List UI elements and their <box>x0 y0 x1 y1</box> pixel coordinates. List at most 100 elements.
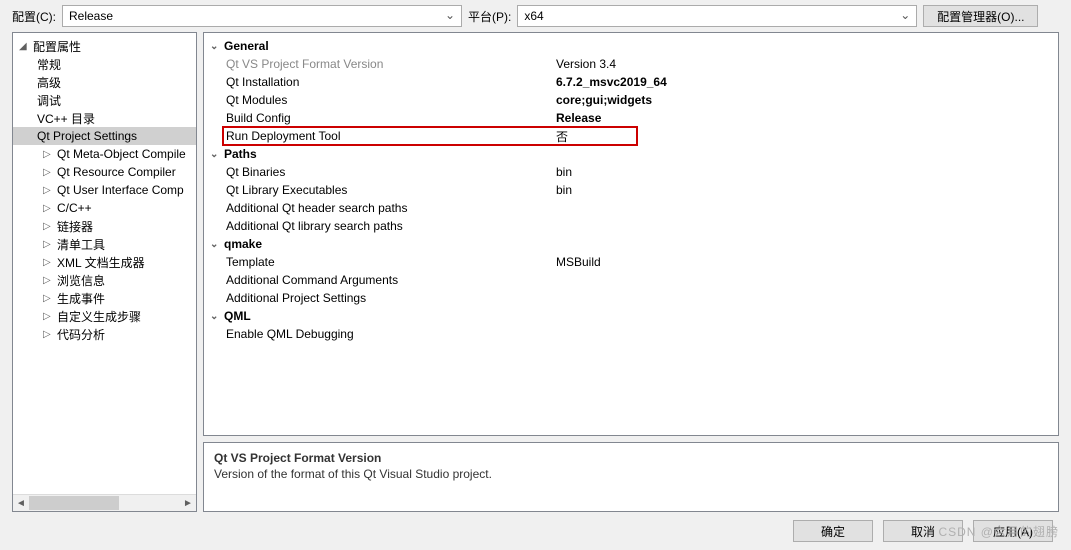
property-label: Build Config <box>226 111 556 125</box>
property-value[interactable]: 否 <box>556 128 568 145</box>
description-title: Qt VS Project Format Version <box>214 451 1048 465</box>
config-tree[interactable]: ◢ 配置属性 常规高级调试VC++ 目录 Qt Project Settings ▷… <box>13 33 196 494</box>
apply-button[interactable]: 应用(A) <box>973 520 1053 542</box>
tree-item-label: Qt Resource Compiler <box>57 165 176 179</box>
tree-item-label: Qt Project Settings <box>37 129 137 143</box>
config-manager-button[interactable]: 配置管理器(O)... <box>923 5 1038 27</box>
tree-item[interactable]: ▷自定义生成步骤 <box>13 307 196 325</box>
property-label: Run Deployment Tool <box>226 129 556 143</box>
tree-item-label: VC++ 目录 <box>37 110 95 127</box>
tree-item-label: 调试 <box>37 92 61 109</box>
property-row[interactable]: Qt Modulescore;gui;widgets <box>204 91 1058 109</box>
tree-item[interactable]: ▷C/C++ <box>13 199 196 217</box>
tree-item[interactable]: ▷代码分析 <box>13 325 196 343</box>
property-value[interactable]: Version 3.4 <box>556 57 616 71</box>
tree-item[interactable]: 常规 <box>13 55 196 73</box>
property-row[interactable]: Additional Qt header search paths <box>204 199 1058 217</box>
group-name: Paths <box>224 147 257 161</box>
collapse-icon: ⌄ <box>210 239 222 250</box>
property-row[interactable]: Run Deployment Tool否 <box>204 127 1058 145</box>
property-row[interactable]: TemplateMSBuild <box>204 253 1058 271</box>
tree-item[interactable]: ▷Qt Meta-Object Compile <box>13 145 196 163</box>
tree-item[interactable]: 调试 <box>13 91 196 109</box>
collapse-icon: ⌄ <box>210 311 222 322</box>
property-label: Additional Qt library search paths <box>226 219 556 233</box>
tree-item[interactable]: ▷XML 文档生成器 <box>13 253 196 271</box>
tree-item[interactable]: ▷Qt Resource Compiler <box>13 163 196 181</box>
tree-item-label: 代码分析 <box>57 326 105 343</box>
expand-down-icon: ◢ <box>19 41 31 52</box>
cancel-button[interactable]: 取消 <box>883 520 963 542</box>
property-value[interactable]: Release <box>556 111 601 125</box>
property-value[interactable]: MSBuild <box>556 255 601 269</box>
description-text: Version of the format of this Qt Visual … <box>214 467 1048 481</box>
property-label: Additional Project Settings <box>226 291 556 305</box>
platform-value: x64 <box>524 9 543 23</box>
expand-right-icon: ▷ <box>43 329 55 340</box>
expand-right-icon: ▷ <box>43 293 55 304</box>
expand-right-icon: ▷ <box>43 185 55 196</box>
property-row[interactable]: Qt Installation6.7.2_msvc2019_64 <box>204 73 1058 91</box>
property-value[interactable]: bin <box>556 165 572 179</box>
property-value[interactable]: 6.7.2_msvc2019_64 <box>556 75 667 89</box>
expand-right-icon: ▷ <box>43 311 55 322</box>
group-name: General <box>224 39 269 53</box>
tree-item-label: 清单工具 <box>57 236 105 253</box>
property-value[interactable]: core;gui;widgets <box>556 93 652 107</box>
property-label: Qt Modules <box>226 93 556 107</box>
expand-right-icon: ▷ <box>43 203 55 214</box>
property-label: Qt Binaries <box>226 165 556 179</box>
property-row[interactable]: Qt Binariesbin <box>204 163 1058 181</box>
scroll-right-icon[interactable]: ► <box>180 495 196 511</box>
group-header[interactable]: ⌄QML <box>204 307 1058 325</box>
tree-item[interactable]: VC++ 目录 <box>13 109 196 127</box>
config-dropdown[interactable]: Release <box>62 5 462 27</box>
property-grid[interactable]: ⌄GeneralQt VS Project Format VersionVers… <box>203 32 1059 436</box>
tree-item-label: 链接器 <box>57 218 93 235</box>
horizontal-scrollbar[interactable]: ◄ ► <box>13 494 196 511</box>
property-value[interactable]: bin <box>556 183 572 197</box>
group-header[interactable]: ⌄Paths <box>204 145 1058 163</box>
tree-item-label: Qt Meta-Object Compile <box>57 147 186 161</box>
property-row[interactable]: Qt Library Executablesbin <box>204 181 1058 199</box>
tree-item[interactable]: ▷清单工具 <box>13 235 196 253</box>
property-row[interactable]: Additional Qt library search paths <box>204 217 1058 235</box>
expand-right-icon: ▷ <box>43 239 55 250</box>
group-header[interactable]: ⌄qmake <box>204 235 1058 253</box>
property-label: Qt Library Executables <box>226 183 556 197</box>
tree-item-label: XML 文档生成器 <box>57 254 145 271</box>
property-row[interactable]: Enable QML Debugging <box>204 325 1058 343</box>
tree-item-label: Qt User Interface Comp <box>57 183 184 197</box>
platform-label: 平台(P): <box>468 8 511 25</box>
tree-item-label: 常规 <box>37 56 61 73</box>
tree-item[interactable]: ▷Qt User Interface Comp <box>13 181 196 199</box>
property-row[interactable]: Build ConfigRelease <box>204 109 1058 127</box>
tree-root[interactable]: ◢ 配置属性 <box>13 37 196 55</box>
property-label: Additional Qt header search paths <box>226 201 556 215</box>
group-header[interactable]: ⌄General <box>204 37 1058 55</box>
config-label: 配置(C): <box>12 8 56 25</box>
property-row[interactable]: Qt VS Project Format VersionVersion 3.4 <box>204 55 1058 73</box>
description-panel: Qt VS Project Format Version Version of … <box>203 442 1059 512</box>
tree-item[interactable]: ▷浏览信息 <box>13 271 196 289</box>
tree-item[interactable]: 高级 <box>13 73 196 91</box>
property-row[interactable]: Additional Project Settings <box>204 289 1058 307</box>
scroll-left-icon[interactable]: ◄ <box>13 495 29 511</box>
property-row[interactable]: Additional Command Arguments <box>204 271 1058 289</box>
ok-button[interactable]: 确定 <box>793 520 873 542</box>
property-label: Template <box>226 255 556 269</box>
tree-item[interactable]: ▷生成事件 <box>13 289 196 307</box>
property-label: Additional Command Arguments <box>226 273 556 287</box>
tree-item[interactable]: Qt Project Settings <box>13 127 196 145</box>
scroll-thumb[interactable] <box>29 496 119 510</box>
group-name: qmake <box>224 237 262 251</box>
tree-item-label: 自定义生成步骤 <box>57 308 141 325</box>
expand-right-icon: ▷ <box>43 149 55 160</box>
collapse-icon: ⌄ <box>210 41 222 52</box>
tree-item-label: 生成事件 <box>57 290 105 307</box>
tree-item-label: 浏览信息 <box>57 272 105 289</box>
expand-right-icon: ▷ <box>43 275 55 286</box>
platform-dropdown[interactable]: x64 <box>517 5 917 27</box>
dialog-footer: 确定 取消 应用(A) <box>0 512 1071 550</box>
tree-item[interactable]: ▷链接器 <box>13 217 196 235</box>
